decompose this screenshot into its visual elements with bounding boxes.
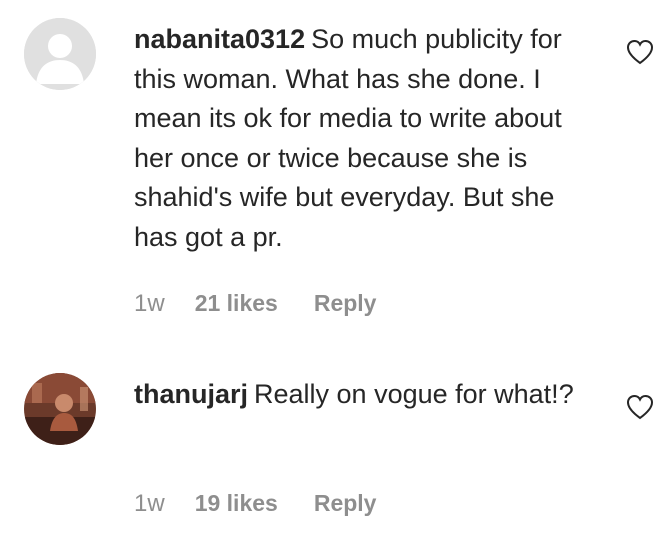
comment-likes[interactable]: 19 likes — [195, 490, 278, 517]
comment-item: nabanita0312 So much publicity for this w… — [0, 0, 670, 340]
comment-likes[interactable]: 21 likes — [195, 290, 278, 317]
comment-item: thanujarj Really on vogue for what!? 1w 19… — [0, 340, 670, 543]
comment-text: Really on vogue for what!? — [254, 379, 574, 409]
profile-photo[interactable] — [24, 373, 96, 445]
comment-time[interactable]: 1w — [134, 490, 165, 518]
reply-button[interactable]: Reply — [314, 290, 377, 317]
comment-username[interactable]: thanujarj — [134, 379, 248, 409]
comment-meta: 1w 21 likes Reply — [134, 290, 376, 318]
reply-button[interactable]: Reply — [314, 490, 377, 517]
comment-meta: 1w 19 likes Reply — [134, 490, 376, 518]
comment-body: nabanita0312 So much publicity for this w… — [134, 20, 584, 257]
comment-username[interactable]: nabanita0312 — [134, 24, 305, 54]
comment-body: thanujarj Really on vogue for what!? — [134, 375, 584, 415]
comment-text: So much publicity for this woman. What h… — [134, 24, 562, 252]
default-avatar-icon[interactable] — [24, 18, 96, 90]
heart-outline-icon[interactable] — [625, 38, 655, 66]
heart-outline-icon[interactable] — [625, 393, 655, 421]
comment-time[interactable]: 1w — [134, 290, 165, 318]
